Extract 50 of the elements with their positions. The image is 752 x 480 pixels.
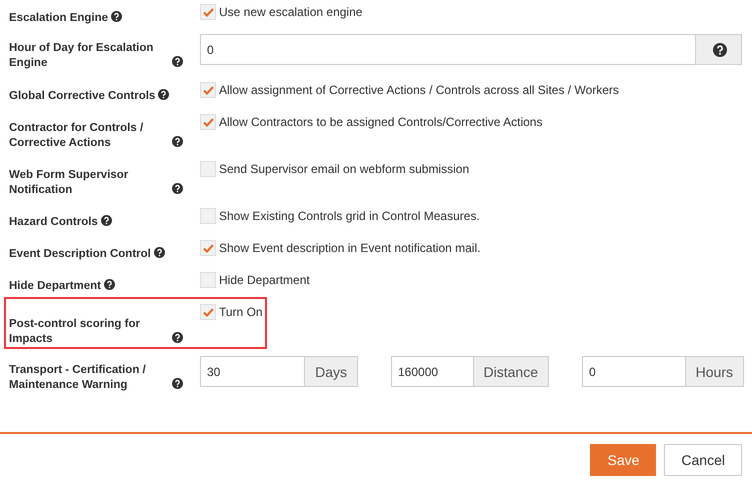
checkbox-label: Send Supervisor email on webform submission: [219, 161, 470, 177]
checkbox[interactable]: [200, 304, 216, 320]
help-icon: [172, 332, 183, 343]
checkbox-label: Show Existing Controls grid in Control Measures.: [219, 208, 480, 224]
setting-label: Event Description Control: [9, 247, 151, 262]
checkbox[interactable]: [200, 4, 216, 20]
setting-label: Web Form Supervisor Notification: [9, 168, 130, 198]
setting-label: Contractor for Controls / Corrective Actions: [9, 121, 144, 151]
help-icon: [111, 11, 122, 22]
checkmark-icon: [202, 8, 214, 16]
help-icon: [154, 247, 165, 258]
setting-label: Hazard Controls: [9, 215, 98, 230]
checkbox-label: Use new escalation engine: [219, 4, 362, 20]
unit-addon: Hours: [684, 357, 743, 386]
checkbox[interactable]: [200, 114, 216, 130]
help-icon: [100, 215, 112, 226]
checkmark-icon: [202, 86, 214, 94]
setting-label: Global Corrective Controls: [9, 89, 156, 104]
cancel-button[interactable]: Cancel: [664, 444, 742, 476]
unit-addon: Days: [304, 357, 357, 386]
checkbox-label: Show Event description in Event notification mail.: [219, 240, 480, 256]
checkmark-icon: [202, 244, 214, 252]
setting-label: Hide Department: [9, 279, 102, 294]
help-icon: [172, 136, 183, 147]
help-icon: [172, 56, 183, 67]
number-field[interactable]: 160000 Distance: [391, 356, 549, 387]
checkbox[interactable]: [200, 240, 216, 256]
setting-label: Transport - Certification / Maintenance Warning: [9, 363, 147, 393]
help-icon: [104, 279, 116, 290]
help-icon: [172, 183, 183, 194]
help-icon: [172, 378, 183, 389]
help-icon: [158, 89, 170, 100]
setting-label: Post-control scoring for Impacts: [9, 317, 141, 347]
help-icon: [713, 42, 727, 56]
checkbox-label: Hide Department: [219, 272, 310, 288]
number-field[interactable]: 30 Days: [200, 356, 358, 387]
unit-addon: Distance: [472, 357, 548, 386]
setting-label: Escalation Engine: [9, 11, 108, 26]
checkbox-label: Turn On: [219, 304, 263, 320]
checkbox-label: Allow assignment of Corrective Actions / Controls across all Sites / Workers: [219, 82, 619, 98]
checkbox-label: Allow Contractors to be assigned Controls/Corrective Actions: [219, 114, 542, 130]
setting-label: Hour of Day for Escalation Engine: [9, 41, 154, 71]
checkbox[interactable]: [200, 208, 216, 224]
help-addon[interactable]: [695, 35, 741, 64]
number-field[interactable]: 0 Hours: [582, 356, 744, 387]
checkmark-icon: [202, 308, 214, 316]
checkbox[interactable]: [200, 161, 216, 177]
checkbox[interactable]: [200, 272, 216, 288]
checkmark-icon: [202, 118, 214, 126]
checkbox[interactable]: [200, 82, 216, 98]
